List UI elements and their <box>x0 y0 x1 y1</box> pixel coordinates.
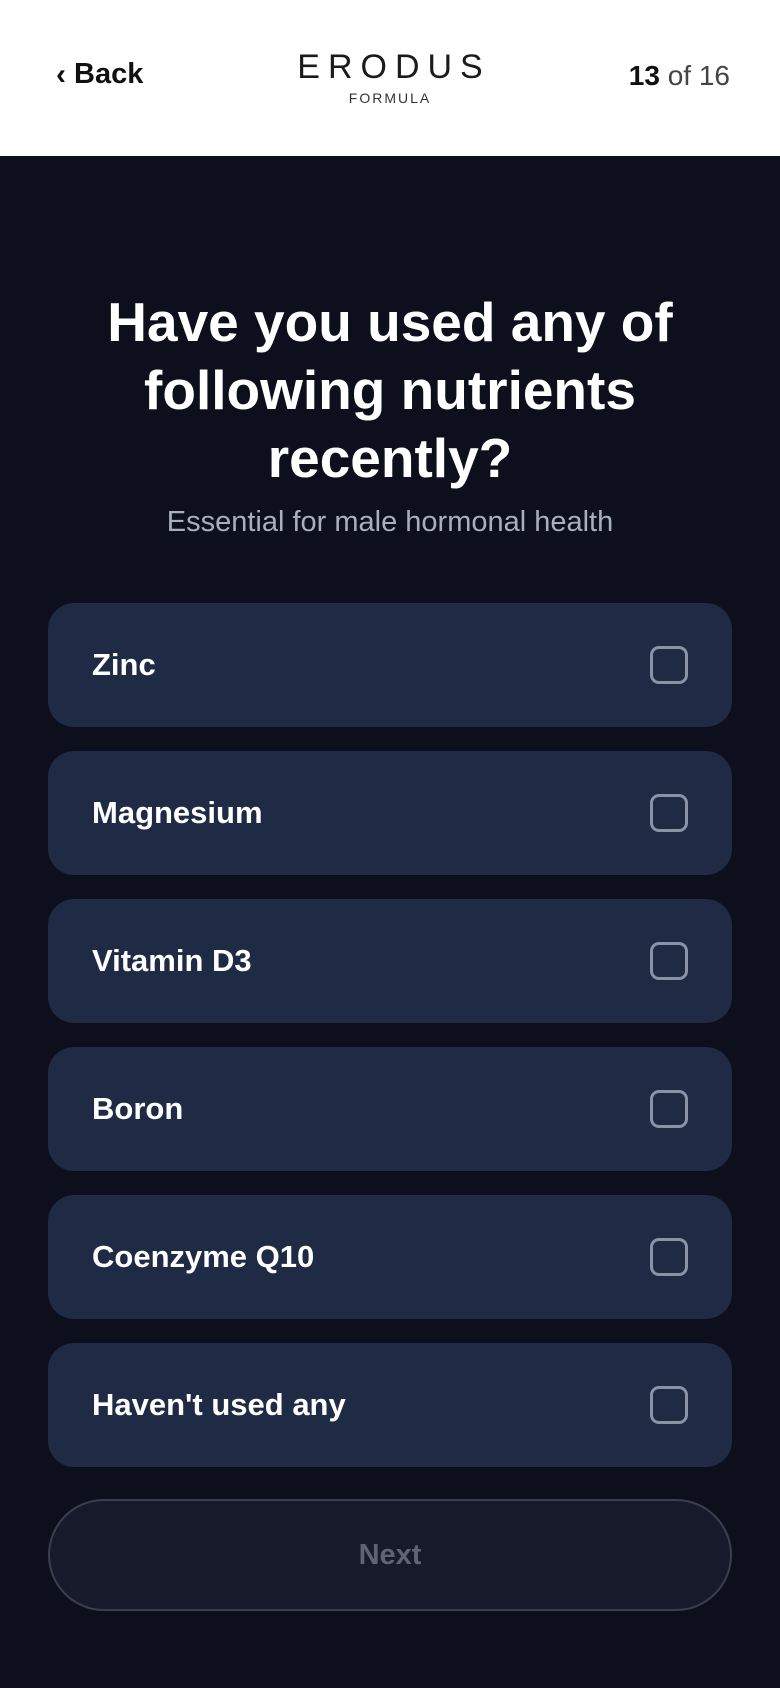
step-separator: of <box>667 60 692 91</box>
option-label: Haven't used any <box>92 1387 346 1422</box>
next-button[interactable]: Next <box>48 1499 732 1611</box>
question-panel: Have you used any of following nutrients… <box>0 288 780 1611</box>
option-label: Vitamin D3 <box>92 943 252 978</box>
checkbox[interactable] <box>650 1238 688 1276</box>
checkbox[interactable] <box>650 794 688 832</box>
option-coenzyme-q10[interactable]: Coenzyme Q10 <box>48 1195 732 1319</box>
step-progress: 13 of 16 <box>629 60 730 92</box>
option-boron[interactable]: Boron <box>48 1047 732 1171</box>
checkbox[interactable] <box>650 1090 688 1128</box>
top-bar: ‹ Back ERODUS FORMULA 13 of 16 <box>0 0 780 156</box>
option-zinc[interactable]: Zinc <box>48 603 732 727</box>
option-label: Zinc <box>92 647 156 682</box>
next-label: Next <box>358 1538 422 1571</box>
option-label: Boron <box>92 1091 184 1126</box>
option-vitamin-d3[interactable]: Vitamin D3 <box>48 899 732 1023</box>
brand-subtitle: FORMULA <box>348 90 432 106</box>
checkbox[interactable] <box>650 1386 688 1424</box>
option-list: Zinc Magnesium Vitamin D3 Boron Coenzyme… <box>48 603 732 1467</box>
option-label: Coenzyme Q10 <box>92 1239 315 1274</box>
checkbox[interactable] <box>650 942 688 980</box>
checkbox[interactable] <box>650 646 688 684</box>
step-total: 16 <box>698 60 730 91</box>
option-label: Magnesium <box>92 795 263 830</box>
option-none[interactable]: Haven't used any <box>48 1343 732 1467</box>
option-magnesium[interactable]: Magnesium <box>48 751 732 875</box>
step-current: 13 <box>628 60 660 91</box>
question-title: Have you used any of following nutrients… <box>107 291 673 489</box>
question-subtitle: Essential for male hormonal health <box>166 506 614 538</box>
